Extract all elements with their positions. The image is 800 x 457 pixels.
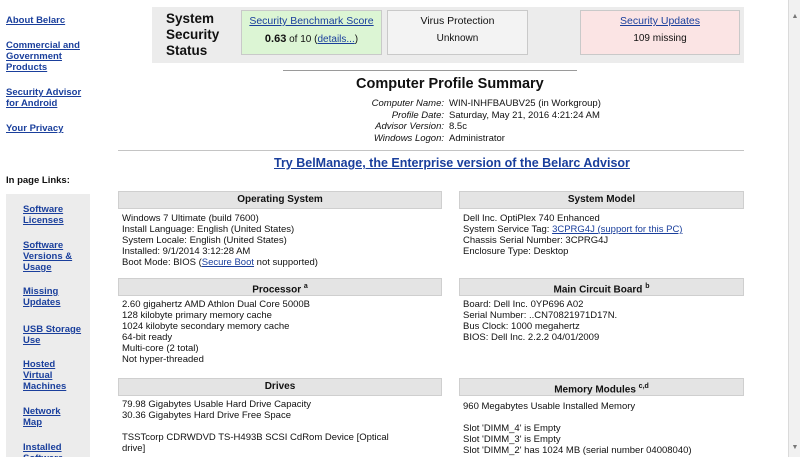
- scroll-down-arrow-icon[interactable]: ▼: [791, 443, 799, 453]
- memory-line: Slot 'DIMM_2' has 1024 MB (serial number…: [463, 445, 692, 456]
- summary-key: Windows Logon:: [373, 132, 444, 144]
- system-model-section-header: System Model: [459, 191, 744, 209]
- processor-section-body: 2.60 gigahertz AMD Athlon Dual Core 5000…: [122, 299, 442, 365]
- processor-line: 64-bit ready: [122, 332, 173, 343]
- benchmark-details-link[interactable]: details...: [317, 34, 354, 45]
- drives-line: 30.36 Gigabytes Hard Drive Free Space: [122, 410, 291, 421]
- left-sidebar: About Belarc Commercial and Government P…: [0, 0, 95, 457]
- memory-section-header: Memory Modules c,d: [459, 378, 744, 396]
- memory-section-body: 960 Megabytes Usable Installed Memory Sl…: [463, 401, 748, 456]
- drives-line: TSSTcorp CDRWDVD TS-H493B SCSI CdRom Dev…: [122, 432, 389, 443]
- drives-line: drive]: [122, 443, 146, 454]
- security-updates-cell: Security Updates 109 missing: [580, 10, 740, 55]
- board-line: BIOS: Dell Inc. 2.2.2 04/01/2009: [463, 332, 600, 343]
- divider: [118, 150, 744, 151]
- model-line: Dell Inc. OptiPlex 740 Enhanced: [463, 213, 600, 224]
- memory-line: 960 Megabytes Usable Installed Memory: [463, 401, 636, 412]
- inpage-link-usb-storage[interactable]: USB Storage Use: [23, 324, 83, 346]
- summary-value: Administrator: [449, 132, 505, 144]
- drives-section-header: Drives: [118, 378, 442, 396]
- inpage-link-hosted-vms[interactable]: Hosted Virtual Machines: [23, 359, 73, 392]
- processor-line: 128 kilobyte primary memory cache: [122, 310, 272, 321]
- security-status-panel: System Security Status Security Benchmar…: [152, 7, 744, 63]
- about-belarc-link[interactable]: About Belarc: [6, 15, 65, 26]
- computer-profile-summary-title: Computer Profile Summary: [356, 76, 544, 92]
- secure-boot-link[interactable]: Secure Boot: [202, 257, 254, 268]
- system-model-section-body: Dell Inc. OptiPlex 740 Enhanced System S…: [463, 213, 748, 257]
- inpage-link-software-versions[interactable]: Software Versions & Usage: [23, 240, 75, 273]
- os-line: Installed: 9/1/2014 3:12:28 AM: [122, 246, 251, 257]
- os-line: System Locale: English (United States): [122, 235, 287, 246]
- processor-line: Not hyper-threaded: [122, 354, 204, 365]
- drives-section-body: 79.98 Gigabytes Usable Hard Drive Capaci…: [122, 399, 442, 454]
- in-page-links-panel: Software Licenses Software Versions & Us…: [6, 194, 90, 457]
- model-line: Chassis Serial Number: 3CPRG4J: [463, 235, 609, 246]
- board-line: Bus Clock: 1000 megahertz: [463, 321, 580, 332]
- security-updates-value: 109 missing: [633, 33, 687, 44]
- inpage-link-network-map[interactable]: Network Map: [23, 406, 71, 428]
- security-advisor-android-link[interactable]: Security Advisor for Android: [6, 87, 88, 109]
- benchmark-score-value: 0.63 of 10 (details...): [264, 33, 359, 45]
- circuit-board-section-header: Main Circuit Board b: [459, 278, 744, 296]
- summary-key: Profile Date:: [391, 109, 444, 121]
- os-section-header: Operating System: [118, 191, 442, 209]
- processor-line: 1024 kilobyte secondary memory cache: [122, 321, 290, 332]
- circuit-board-section-body: Board: Dell Inc. 0YP696 A02 Serial Numbe…: [463, 299, 748, 343]
- scroll-up-arrow-icon[interactable]: ▲: [791, 12, 799, 22]
- os-line: Install Language: English (United States…: [122, 224, 295, 235]
- summary-values: WIN-INHFBAUBV25 (in Workgroup) Saturday,…: [449, 98, 709, 144]
- summary-value: WIN-INHFBAUBV25 (in Workgroup): [449, 98, 601, 109]
- virus-protection-label: Virus Protection: [420, 15, 495, 27]
- summary-key: Advisor Version:: [375, 121, 444, 132]
- processor-line: Multi-core (2 total): [122, 343, 199, 354]
- summary-keys: Computer Name: Profile Date: Advisor Ver…: [330, 98, 444, 144]
- virus-protection-value: Unknown: [436, 33, 479, 44]
- service-tag-support-link[interactable]: 3CPRG4J (support for this PC): [552, 224, 682, 235]
- inpage-link-missing-updates[interactable]: Missing Updates: [23, 286, 67, 308]
- your-privacy-link[interactable]: Your Privacy: [6, 123, 63, 134]
- boot-mode-line: Boot Mode: BIOS (Secure Boot not support…: [122, 257, 318, 268]
- os-section-body: Windows 7 Ultimate (build 7600) Install …: [122, 213, 442, 268]
- summary-value: 8.5c: [449, 121, 467, 132]
- inpage-link-installed-software[interactable]: Installed Software: [23, 442, 71, 457]
- summary-value: Saturday, May 21, 2016 4:21:24 AM: [449, 109, 600, 121]
- belmanage-promo-link[interactable]: Try BelManage, the Enterprise version of…: [274, 156, 630, 170]
- processor-line: 2.60 gigahertz AMD Athlon Dual Core 5000…: [122, 299, 311, 310]
- inpage-link-software-licenses[interactable]: Software Licenses: [23, 204, 71, 226]
- processor-section-header: Processor a: [118, 278, 442, 296]
- commercial-products-link[interactable]: Commercial and Government Products: [6, 40, 88, 73]
- memory-line: Slot 'DIMM_3' is Empty: [463, 434, 561, 445]
- security-updates-link[interactable]: Security Updates: [581, 15, 739, 27]
- board-line: Serial Number: ..CN70821971D17N.: [463, 310, 618, 321]
- os-line: Windows 7 Ultimate (build 7600): [122, 213, 259, 224]
- service-tag-line: System Service Tag: 3CPRG4J (support for…: [463, 224, 683, 235]
- board-line: Board: Dell Inc. 0YP696 A02: [463, 299, 584, 310]
- security-status-title: System Security Status: [166, 11, 220, 58]
- benchmark-score-link[interactable]: Security Benchmark Score: [242, 15, 381, 27]
- divider: [283, 70, 577, 71]
- memory-line: [463, 412, 748, 423]
- drives-line: 79.98 Gigabytes Usable Hard Drive Capaci…: [122, 399, 312, 410]
- virus-protection-cell: Virus Protection Unknown: [387, 10, 528, 55]
- in-page-links-heading: In page Links:: [6, 175, 70, 186]
- model-line: Enclosure Type: Desktop: [463, 246, 569, 257]
- drives-line: [122, 421, 442, 432]
- memory-line: Slot 'DIMM_4' is Empty: [463, 423, 561, 434]
- vertical-scrollbar[interactable]: ▲ ▼: [788, 0, 800, 457]
- benchmark-score-cell: Security Benchmark Score 0.63 of 10 (det…: [241, 10, 382, 55]
- summary-key: Computer Name:: [371, 98, 444, 109]
